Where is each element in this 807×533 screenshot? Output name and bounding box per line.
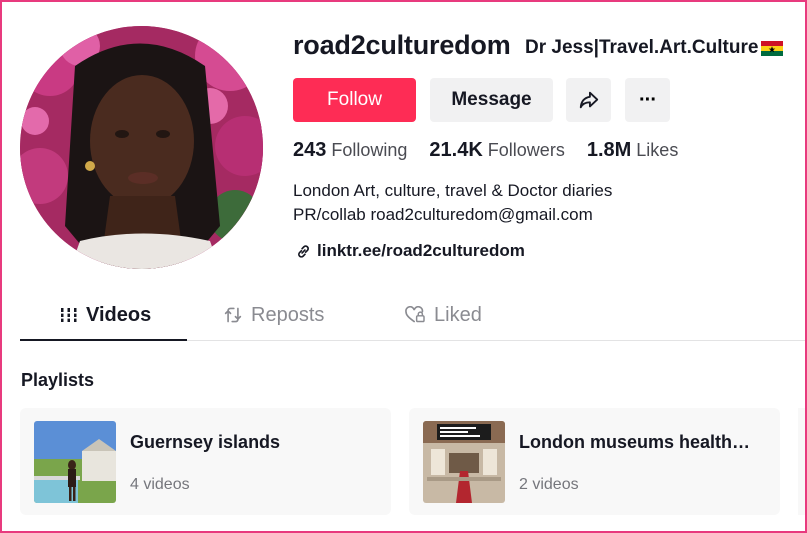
tab-videos[interactable]: Videos (60, 292, 151, 338)
username: road2culturedom (293, 30, 511, 60)
stat-likes: 1.8M Likes (587, 139, 679, 162)
stat-following-label: Following (331, 140, 408, 160)
playlist-thumbnail-image (423, 421, 505, 503)
playlist-card[interactable]: Guernsey islands 4 videos (20, 408, 391, 515)
nickname-text: Dr Jess|Travel.Art.Culture (525, 37, 759, 58)
share-button[interactable] (566, 78, 611, 122)
profile-stats: 243 Following 21.4K Followers 1.8M Likes (293, 139, 678, 162)
message-button[interactable]: Message (430, 78, 553, 122)
nickname: Dr Jess|Travel.Art.Culture (525, 37, 784, 59)
more-dots-icon: ··· (639, 88, 657, 111)
more-button[interactable]: ··· (625, 78, 670, 122)
bio-link[interactable]: linktr.ee/road2culturedom (295, 241, 525, 261)
follow-button[interactable]: Follow (293, 78, 416, 122)
bio-line-1: London Art, culture, travel & Doctor dia… (293, 181, 613, 200)
link-icon (298, 244, 309, 258)
tab-reposts[interactable]: Reposts (223, 292, 324, 338)
tab-liked-label: Liked (434, 303, 482, 326)
playlists-heading: Playlists (21, 370, 95, 390)
repost-icon (224, 307, 242, 323)
profile-photo (20, 26, 263, 269)
bio-line-2: PR/collab road2culturedom@gmail.com (293, 205, 593, 224)
playlist-title: Guernsey islands (130, 432, 281, 452)
tab-reposts-label: Reposts (251, 303, 325, 326)
share-arrow-icon (579, 91, 598, 109)
profile-tabs: Videos Reposts Liked (20, 292, 805, 341)
stat-following[interactable]: 243 Following (293, 139, 407, 162)
grid-bars-icon (60, 308, 78, 322)
playlist-thumbnail-image (34, 421, 116, 503)
playlist-count: 2 videos (519, 476, 579, 493)
ghana-flag-icon (761, 40, 784, 56)
avatar[interactable] (20, 26, 263, 269)
tab-liked[interactable]: Liked (404, 292, 482, 338)
stat-likes-label: Likes (636, 140, 679, 160)
playlist-title: London museums health… (519, 432, 751, 452)
active-tab-indicator (20, 339, 187, 341)
tab-videos-label: Videos (86, 303, 152, 326)
stat-following-value: 243 (293, 139, 327, 161)
stat-followers[interactable]: 21.4K Followers (429, 139, 564, 162)
playlist-thumbnail (423, 421, 505, 503)
profile-frame: road2culturedom Dr Jess|Travel.Art.Cultu… (0, 0, 807, 533)
playlist-card[interactable]: London museums health… 2 videos (409, 408, 780, 515)
stat-followers-label: Followers (487, 140, 565, 160)
bio-link-text: linktr.ee/road2culturedom (317, 241, 525, 260)
stat-likes-value: 1.8M (586, 139, 632, 161)
playlist-count: 4 videos (130, 476, 190, 493)
playlist-thumbnail (34, 421, 116, 503)
stat-followers-value: 21.4K (429, 139, 483, 161)
heart-lock-icon (405, 306, 425, 323)
bio: London Art, culture, travel & Doctor dia… (293, 179, 612, 227)
playlist-card-peek (798, 408, 805, 515)
